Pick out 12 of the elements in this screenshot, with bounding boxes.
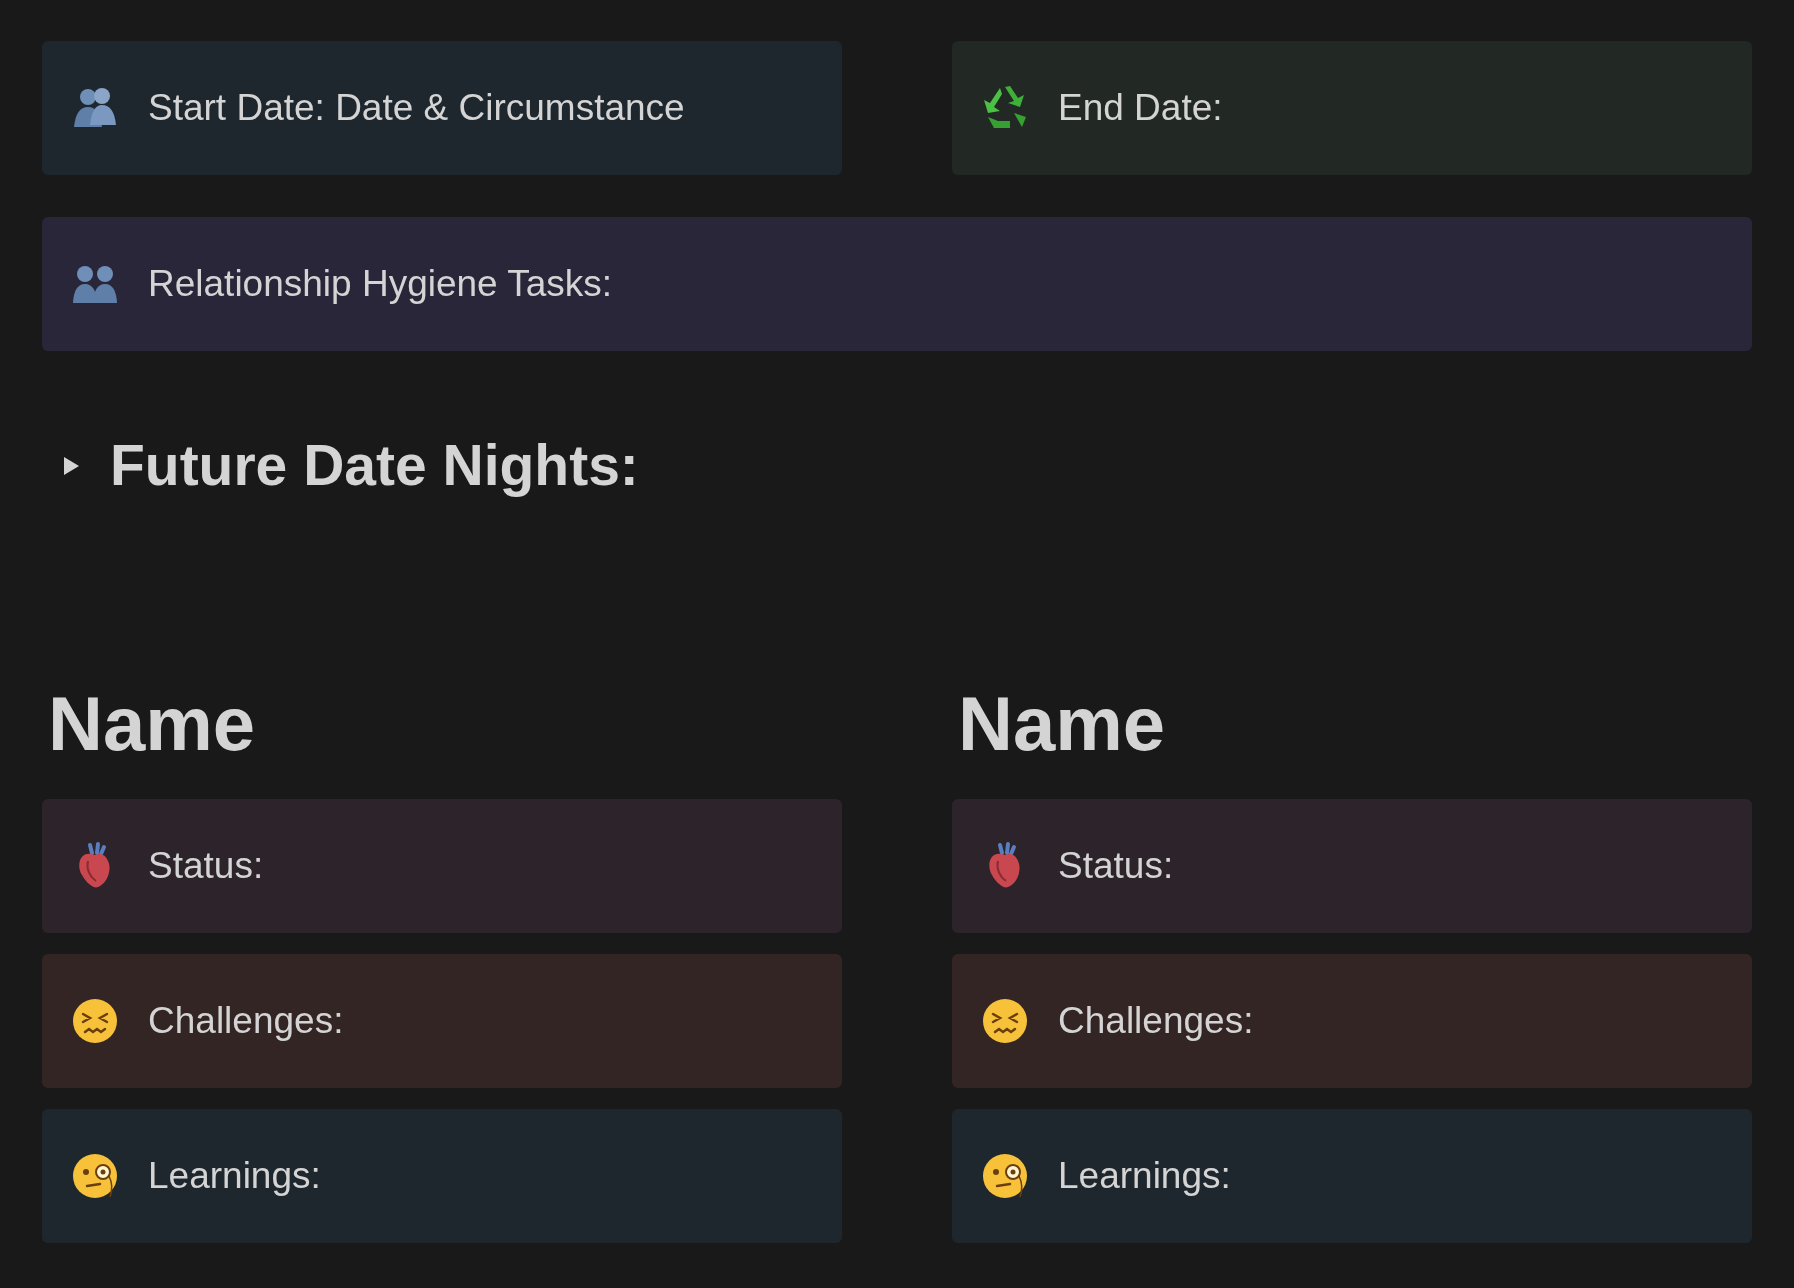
callout-text: Status: (1058, 843, 1174, 888)
callout-text: Learnings: (148, 1153, 321, 1198)
callout-text: Relationship Hygiene Tasks: (148, 262, 613, 307)
callout-text: Start Date: Date & Circumstance (148, 86, 685, 131)
toggle-heading: Future Date Nights: (110, 432, 639, 499)
callout-text: Challenges: (1058, 998, 1254, 1043)
column-heading: Name (47, 679, 256, 768)
callout-text: End Date: (1058, 86, 1223, 131)
column-heading: Name (957, 679, 1166, 768)
callout-text: Challenges: (148, 998, 344, 1043)
callout-text: Learnings: (1058, 1153, 1231, 1198)
callout-text: Status: (148, 843, 264, 888)
